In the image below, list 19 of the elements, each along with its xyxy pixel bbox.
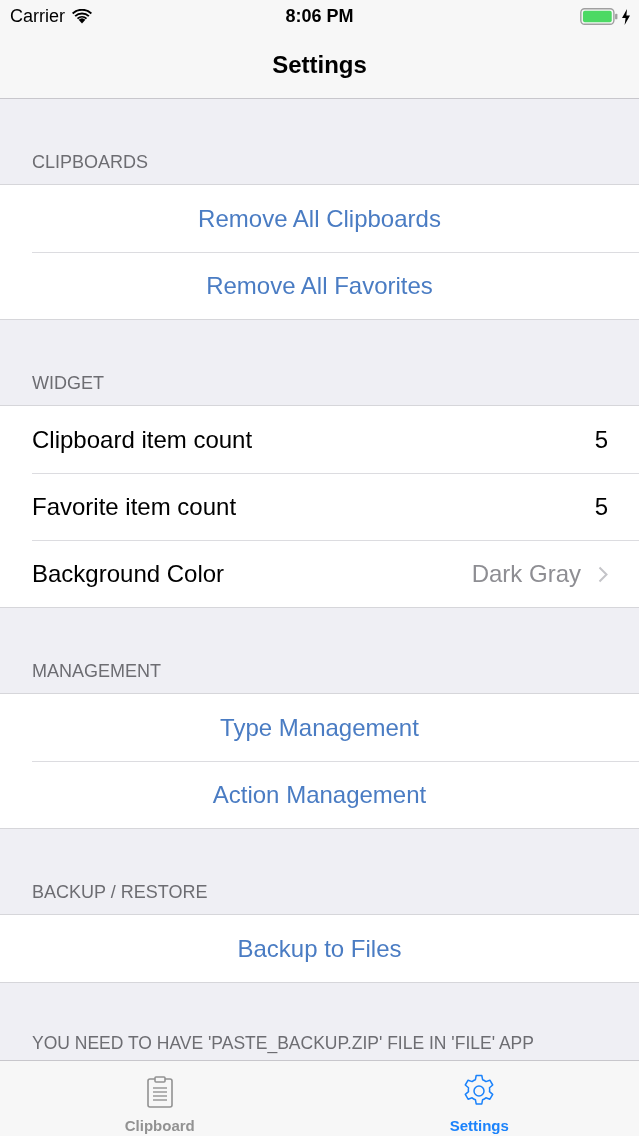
setting-label: Favorite item count [32,492,238,521]
section-header: WIDGET [32,372,104,394]
charging-icon [622,8,630,25]
screen-title: Settings [272,50,367,80]
clipboard-icon [146,1076,173,1108]
setting-value: 5 [594,425,608,454]
setting-value: Dark Gray [471,560,581,588]
setting-label: Clipboard item count [32,425,254,454]
setting-label: Background Color [32,560,226,588]
status-time: 8:06 PM [285,6,354,27]
section-header: CLIPBOARDS [32,151,149,173]
setting-value: 5 [594,492,608,521]
chevron-icon [598,565,608,583]
section-header: BACKUP / RESTORE [32,881,208,903]
section-footer: YOU NEED TO HAVE 'PASTE_BACKUP.ZIP' FILE IN 'FILE' APP [32,1033,534,1053]
section-header: MANAGEMENT [32,660,161,682]
carrier-name: Carrier [10,6,65,27]
battery-icon [580,8,618,25]
wifi-icon [72,9,92,24]
